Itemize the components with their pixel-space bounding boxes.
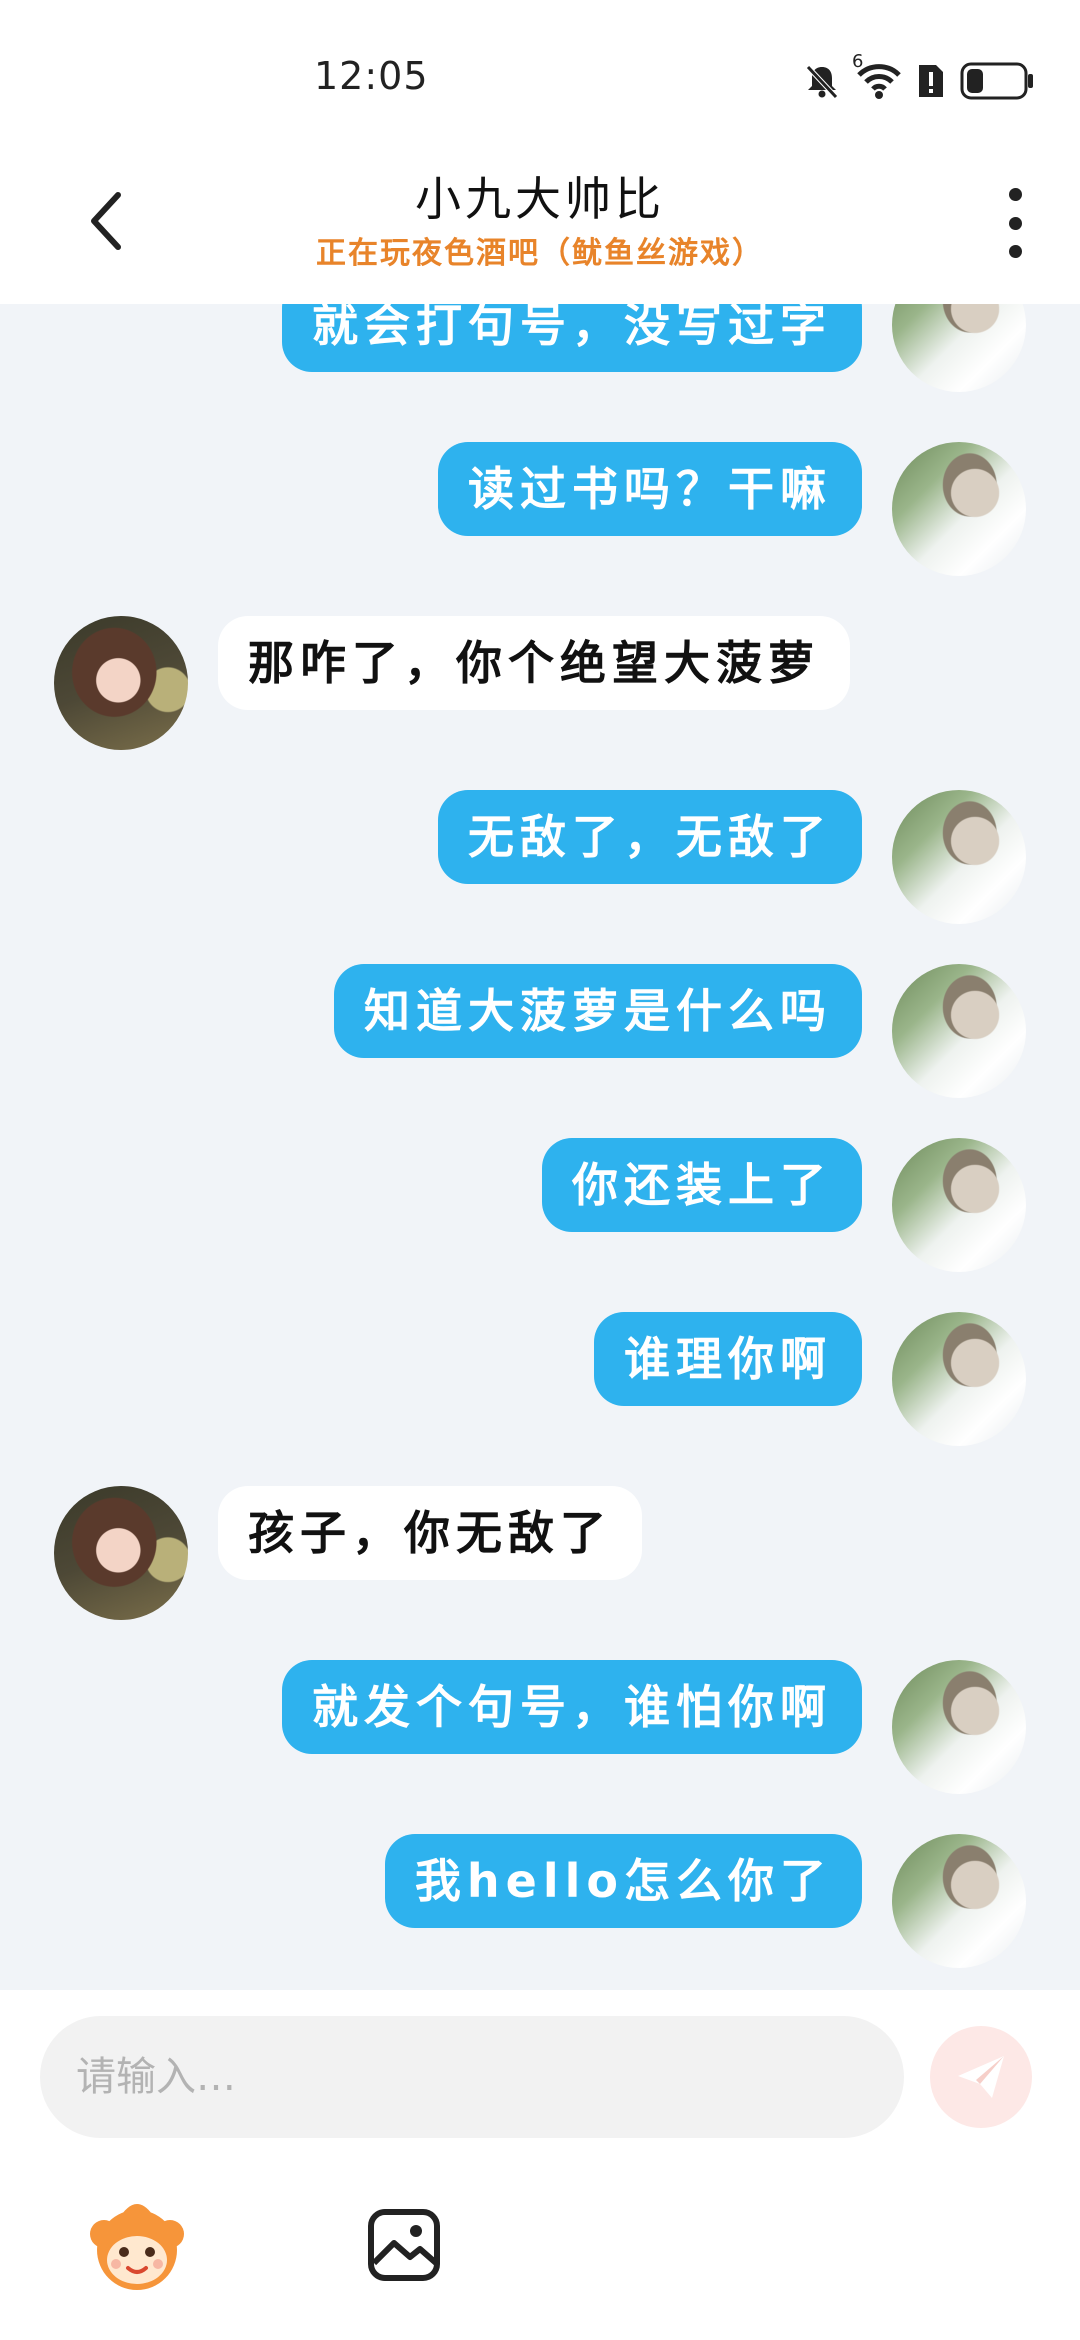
status-icons: 6 bbox=[802, 51, 1036, 104]
chat-message-list[interactable]: 就会打句号，没写过字 读过书吗？干嘛 那咋了，你个绝望大菠萝 无敌了，无敌了 知… bbox=[0, 304, 1080, 1990]
title-block: 小九大帅比 正在玩夜色酒吧（鱿鱼丝游戏） bbox=[0, 170, 1080, 274]
my-avatar[interactable] bbox=[892, 1138, 1026, 1272]
their-message-bubble[interactable]: 孩子，你无敌了 bbox=[218, 1486, 642, 1580]
chat-header: 小九大帅比 正在玩夜色酒吧（鱿鱼丝游戏） bbox=[0, 140, 1080, 304]
more-dot-icon bbox=[1008, 245, 1022, 258]
my-message-bubble[interactable]: 你还装上了 bbox=[542, 1138, 862, 1232]
my-avatar[interactable] bbox=[892, 964, 1026, 1098]
wifi-label: 6 bbox=[852, 51, 864, 72]
mascot-face-icon bbox=[90, 2204, 184, 2290]
mute-bell-icon bbox=[802, 61, 842, 101]
chat-title: 小九大帅比 bbox=[415, 172, 665, 226]
composer-toolbar bbox=[0, 2190, 1080, 2310]
contact-avatar[interactable] bbox=[54, 616, 188, 750]
my-message-bubble[interactable]: 我hello怎么你了 bbox=[384, 1834, 862, 1928]
my-avatar[interactable] bbox=[892, 790, 1026, 924]
my-avatar[interactable] bbox=[892, 304, 1026, 392]
my-avatar[interactable] bbox=[892, 1660, 1026, 1794]
status-time: 12:05 bbox=[314, 54, 429, 98]
battery-icon bbox=[960, 61, 1036, 101]
paper-plane-icon bbox=[958, 2056, 1004, 2098]
my-message-bubble[interactable]: 谁理你啊 bbox=[594, 1312, 862, 1406]
my-avatar[interactable] bbox=[892, 1312, 1026, 1446]
image-icon bbox=[368, 2209, 440, 2281]
my-message-bubble[interactable]: 就发个句号，谁怕你啊 bbox=[282, 1660, 862, 1754]
more-options-button[interactable] bbox=[998, 188, 1032, 258]
my-message-bubble[interactable]: 无敌了，无敌了 bbox=[438, 790, 862, 884]
contact-avatar[interactable] bbox=[54, 1486, 188, 1620]
more-dot-icon bbox=[1008, 188, 1022, 201]
composer-panel bbox=[0, 1990, 1080, 2340]
wifi-icon: 6 bbox=[852, 51, 902, 101]
their-message-bubble[interactable]: 那咋了，你个绝望大菠萝 bbox=[218, 616, 850, 710]
send-button[interactable] bbox=[930, 2026, 1032, 2128]
alert-sim-icon bbox=[916, 61, 946, 101]
emoji-mascot-button[interactable] bbox=[82, 2190, 192, 2300]
my-avatar[interactable] bbox=[892, 1834, 1026, 1968]
status-bar: 12:05 6 bbox=[0, 0, 1080, 140]
my-message-bubble[interactable]: 就会打句号，没写过字 bbox=[282, 304, 862, 372]
image-picker-button[interactable] bbox=[362, 2190, 446, 2300]
more-dot-icon bbox=[1008, 216, 1022, 230]
message-input[interactable] bbox=[40, 2016, 904, 2138]
my-message-bubble[interactable]: 读过书吗？干嘛 bbox=[438, 442, 862, 536]
my-avatar[interactable] bbox=[892, 442, 1026, 576]
chat-subtitle: 正在玩夜色酒吧（鱿鱼丝游戏） bbox=[316, 236, 764, 271]
my-message-bubble[interactable]: 知道大菠萝是什么吗 bbox=[334, 964, 862, 1058]
